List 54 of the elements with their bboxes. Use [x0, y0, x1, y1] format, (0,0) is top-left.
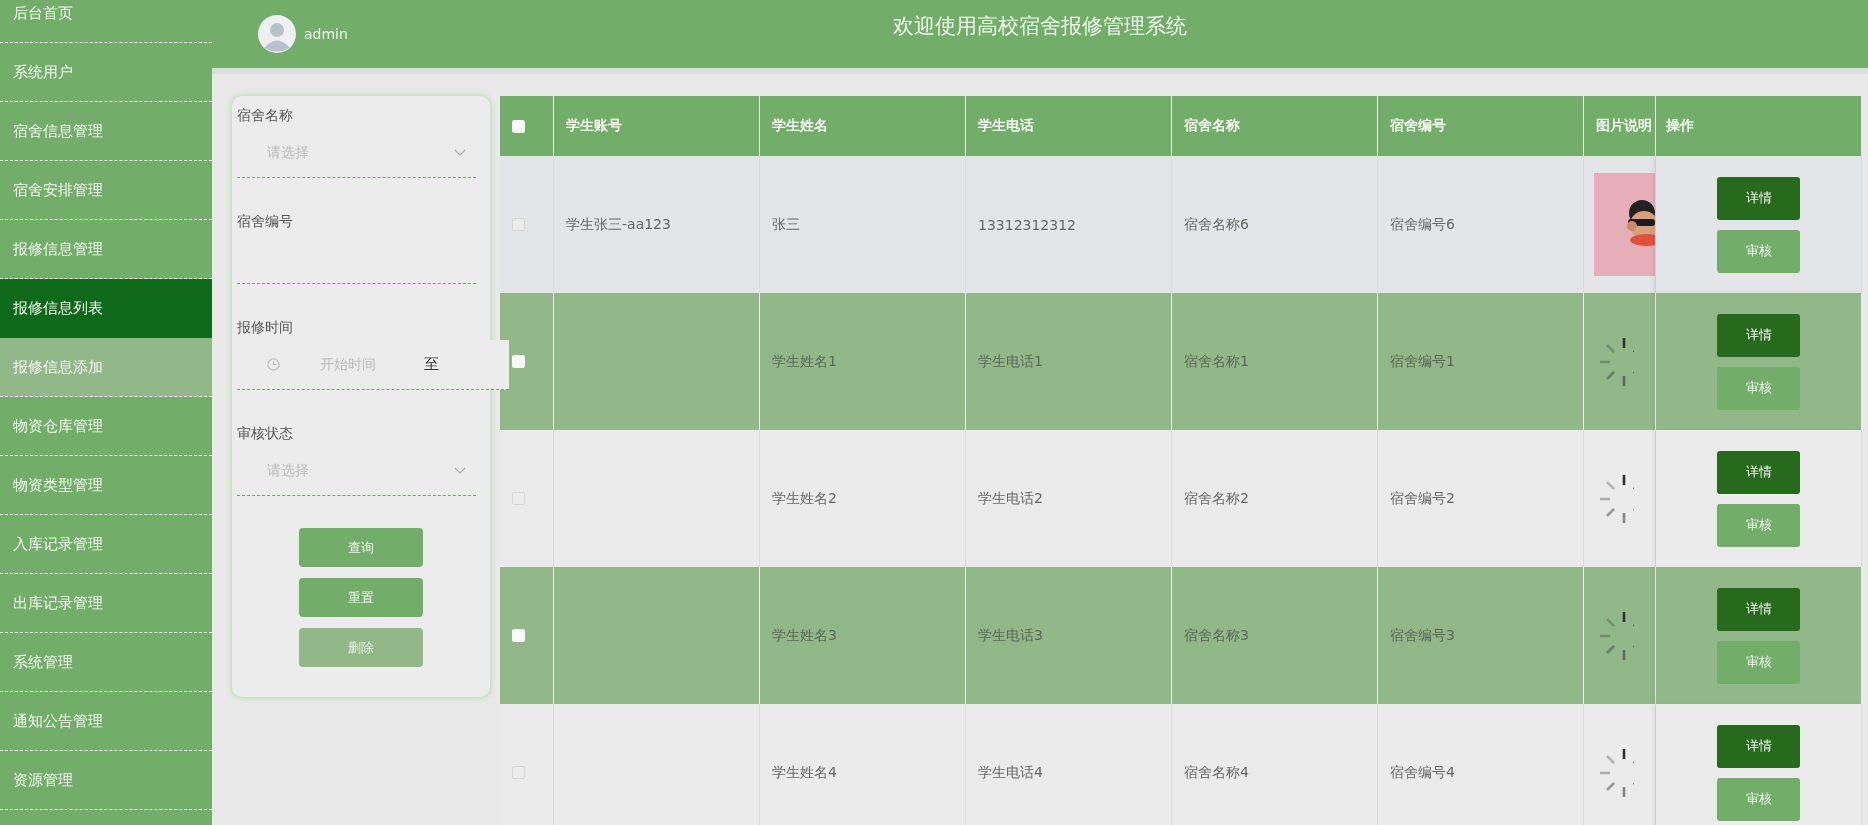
field-label: 报修时间: [237, 319, 293, 337]
sidebar-item[interactable]: 宿舍信息管理: [0, 102, 212, 161]
sidebar-item[interactable]: 入库记录管理: [0, 515, 212, 574]
action-button[interactable]: 查询: [299, 528, 423, 567]
avatar-icon[interactable]: [258, 15, 296, 53]
details-button[interactable]: 详情: [1717, 450, 1800, 494]
select-all-checkbox[interactable]: [512, 119, 525, 133]
details-button[interactable]: 详情: [1717, 313, 1800, 357]
column-header: 宿舍名称: [1172, 96, 1378, 156]
table-cell: 学生姓名3: [760, 567, 966, 704]
username: admin: [304, 26, 348, 42]
column-header: 学生姓名: [760, 96, 966, 156]
table-cell: 学生张三-aa123: [554, 156, 760, 293]
column-header: 学生账号: [554, 96, 760, 156]
table-cell: 宿舍编号3: [1378, 567, 1584, 704]
table-cell: 宿舍名称1: [1172, 293, 1378, 430]
page-title: 欢迎使用高校宿舍报修管理系统: [893, 14, 1187, 38]
sidebar-item[interactable]: 物资类型管理: [0, 456, 212, 515]
table-cell: 学生电话3: [966, 567, 1172, 704]
sidebar-item[interactable]: 物资仓库管理: [0, 397, 212, 456]
column-header: 操作: [1656, 96, 1862, 156]
table-cell: 学生电话1: [966, 293, 1172, 430]
details-button[interactable]: 详情: [1717, 724, 1800, 768]
column-header: 图片说明: [1584, 96, 1656, 156]
review-button[interactable]: 审核: [1717, 366, 1800, 410]
table-cell: 宿舍编号6: [1378, 156, 1584, 293]
action-button[interactable]: 重置: [299, 578, 423, 617]
review-button[interactable]: 审核: [1717, 503, 1800, 547]
table-cell: 学生姓名1: [760, 293, 966, 430]
chevron-down-icon: [454, 148, 466, 157]
review-button[interactable]: 审核: [1717, 777, 1800, 821]
table-cell: 张三: [760, 156, 966, 293]
review-button[interactable]: 审核: [1717, 229, 1800, 273]
field-label: 宿舍名称: [237, 107, 293, 125]
table-cell: 宿舍编号1: [1378, 293, 1584, 430]
clock-icon: [267, 358, 280, 371]
sidebar-item[interactable]: 系统管理: [0, 633, 212, 692]
table-cell: 13312312312: [966, 156, 1172, 293]
sidebar-item[interactable]: 报修信息列表: [0, 279, 212, 338]
sidebar-item[interactable]: 宿舍安排管理: [0, 161, 212, 220]
table-cell: 宿舍名称6: [1172, 156, 1378, 293]
details-button[interactable]: 详情: [1717, 587, 1800, 631]
field-label: 宿舍编号: [237, 213, 293, 231]
column-header: 学生电话: [966, 96, 1172, 156]
sidebar-item[interactable]: 通知公告管理: [0, 692, 212, 751]
column-header: 宿舍编号: [1378, 96, 1584, 156]
sidebar-item[interactable]: 出库记录管理: [0, 574, 212, 633]
field-label: 审核状态: [237, 425, 293, 443]
chevron-down-icon: [454, 466, 466, 475]
sidebar-item[interactable]: 资源管理: [0, 751, 212, 810]
details-button[interactable]: 详情: [1717, 176, 1800, 220]
sidebar-item[interactable]: 报修信息添加: [0, 338, 212, 397]
table-cell: 宿舍名称3: [1172, 567, 1378, 704]
review-button[interactable]: 审核: [1717, 640, 1800, 684]
